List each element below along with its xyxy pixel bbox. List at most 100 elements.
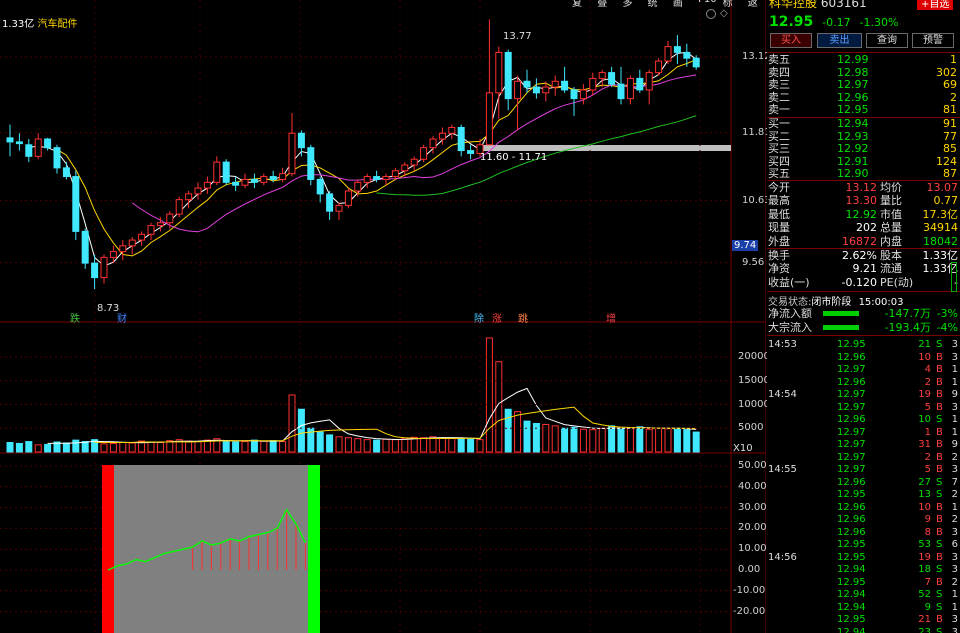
candle [307, 144, 315, 186]
candle [344, 188, 352, 209]
trade-time: 14:55 [768, 464, 797, 475]
flow-pct: -3% [936, 307, 958, 320]
stat-label: 量比 [880, 194, 902, 208]
trade-price: 12.96 [837, 501, 866, 513]
stock-name: 科华控股 [769, 0, 818, 10]
stat-row: 外盘 16872 内盘 18042 [767, 235, 960, 248]
trade-count: 1 [951, 376, 958, 388]
book-price: 12.92 [837, 142, 869, 156]
volume-bar [429, 436, 437, 453]
volume-bar [335, 436, 343, 453]
range-annotation: 11.60 - 11.71 [480, 152, 548, 163]
trade-volume: 21 [918, 614, 931, 625]
toolbar-item[interactable]: 多股 [622, 0, 641, 8]
volume-bar [288, 394, 296, 453]
volume-bar [232, 441, 240, 453]
volume-bar [504, 408, 512, 453]
toolbar-item[interactable]: 标记 [723, 0, 742, 8]
toolbar-item[interactable]: F10 [698, 0, 716, 8]
trade-price: 12.97 [837, 426, 866, 438]
stat-label: 净资 [768, 262, 790, 276]
high-annotation: 13.77 [503, 31, 532, 42]
volume-bar [626, 427, 634, 453]
trade-row: 12.96 10 B 1 [767, 501, 960, 514]
bid-row: 买二 12.93 77 [767, 130, 960, 143]
trade-count: 3 [951, 551, 958, 563]
volume-bar [476, 439, 484, 453]
trade-row: 12.96 10 S 1 [767, 413, 960, 426]
trade-count: 9 [951, 439, 958, 450]
event-marker[interactable]: 除 [472, 310, 486, 325]
toolbar-item[interactable]: 返回 [748, 0, 767, 8]
book-price: 12.96 [837, 90, 869, 104]
trade-side: S [936, 489, 943, 500]
volume-axis-label: 5000 [738, 422, 764, 434]
trade-side: S [936, 626, 943, 633]
event-marker[interactable]: 涨 [490, 310, 504, 325]
trade-row: 14:53 12.95 21 S 3 [767, 338, 960, 351]
trade-side: B [936, 451, 943, 463]
sell-button[interactable]: 卖出 [817, 33, 862, 48]
query-button[interactable]: 查询 [866, 33, 908, 48]
trade-price: 12.95 [837, 576, 866, 588]
trade-side: S [936, 414, 943, 425]
trade-volume: 10 [918, 351, 931, 363]
toolbar-item[interactable]: 复权 [572, 0, 591, 8]
alert-button[interactable]: 预警 [912, 33, 954, 48]
expand-icon[interactable]: ◇ [720, 8, 728, 19]
trade-row: 12.95 53 S 6 [767, 538, 960, 551]
volume-bar [72, 439, 80, 453]
stat-label: PE(动) [880, 275, 914, 289]
trade-volume: 23 [918, 626, 931, 633]
event-marker[interactable]: 财 [115, 310, 129, 325]
trade-side: B [936, 576, 943, 588]
event-marker[interactable]: 跳 [516, 310, 530, 325]
trade-price: 12.97 [837, 401, 866, 413]
candle [222, 159, 230, 186]
candle [655, 58, 663, 76]
ask-row: 卖三 12.97 69 [767, 78, 960, 91]
volume-bar [655, 427, 663, 453]
trade-volume: 5 [924, 401, 931, 413]
volume-bar [579, 428, 587, 453]
book-label: 卖二 [768, 90, 790, 104]
trade-side: B [936, 614, 943, 625]
trade-time: 14:56 [768, 551, 797, 563]
trade-row: 12.96 8 B 3 [767, 526, 960, 539]
trade-count: 2 [951, 514, 958, 525]
ask-row: 卖二 12.96 2 [767, 91, 960, 104]
book-label: 卖四 [768, 65, 790, 79]
osc-red-bar [102, 465, 114, 633]
info-button[interactable] [706, 9, 716, 19]
book-volume: 85 [943, 142, 957, 156]
buy-button[interactable]: 买入 [770, 33, 812, 48]
toolbar-item[interactable]: 叠加 [597, 0, 616, 8]
event-marker[interactable]: 跌 [68, 310, 82, 325]
add-watchlist-button[interactable]: +自选 [917, 0, 954, 10]
trade-side: S [936, 564, 943, 575]
book-label: 买五 [768, 167, 790, 181]
stat-row: 净资 9.21 流通 1.33亿 [767, 262, 960, 275]
osc-axis-label: -10.00 [733, 584, 766, 596]
book-price: 12.93 [837, 129, 869, 143]
trade-volume: 1 [924, 426, 931, 438]
trade-side: B [936, 439, 943, 450]
volume-bar [44, 443, 52, 453]
trade-volume: 18 [918, 564, 931, 575]
scroll-indicator[interactable] [951, 262, 957, 292]
toolbar-item[interactable]: 画线 [673, 0, 692, 8]
volume-bar [156, 442, 164, 453]
book-label: 卖一 [768, 103, 790, 117]
toolbar-item[interactable]: 统计 [648, 0, 667, 8]
trade-price: 12.96 [837, 514, 866, 525]
trade-count: 3 [951, 351, 958, 363]
stat-label: 换手 [768, 249, 790, 262]
stat-label: 最高 [768, 194, 790, 208]
trade-count: 7 [951, 476, 958, 488]
trade-count: 3 [951, 401, 958, 413]
trade-count: 3 [951, 626, 958, 633]
book-volume: 77 [943, 129, 957, 143]
event-marker[interactable]: 增 [604, 310, 618, 325]
trade-volume: 7 [924, 576, 931, 588]
volume-bar [401, 437, 409, 453]
